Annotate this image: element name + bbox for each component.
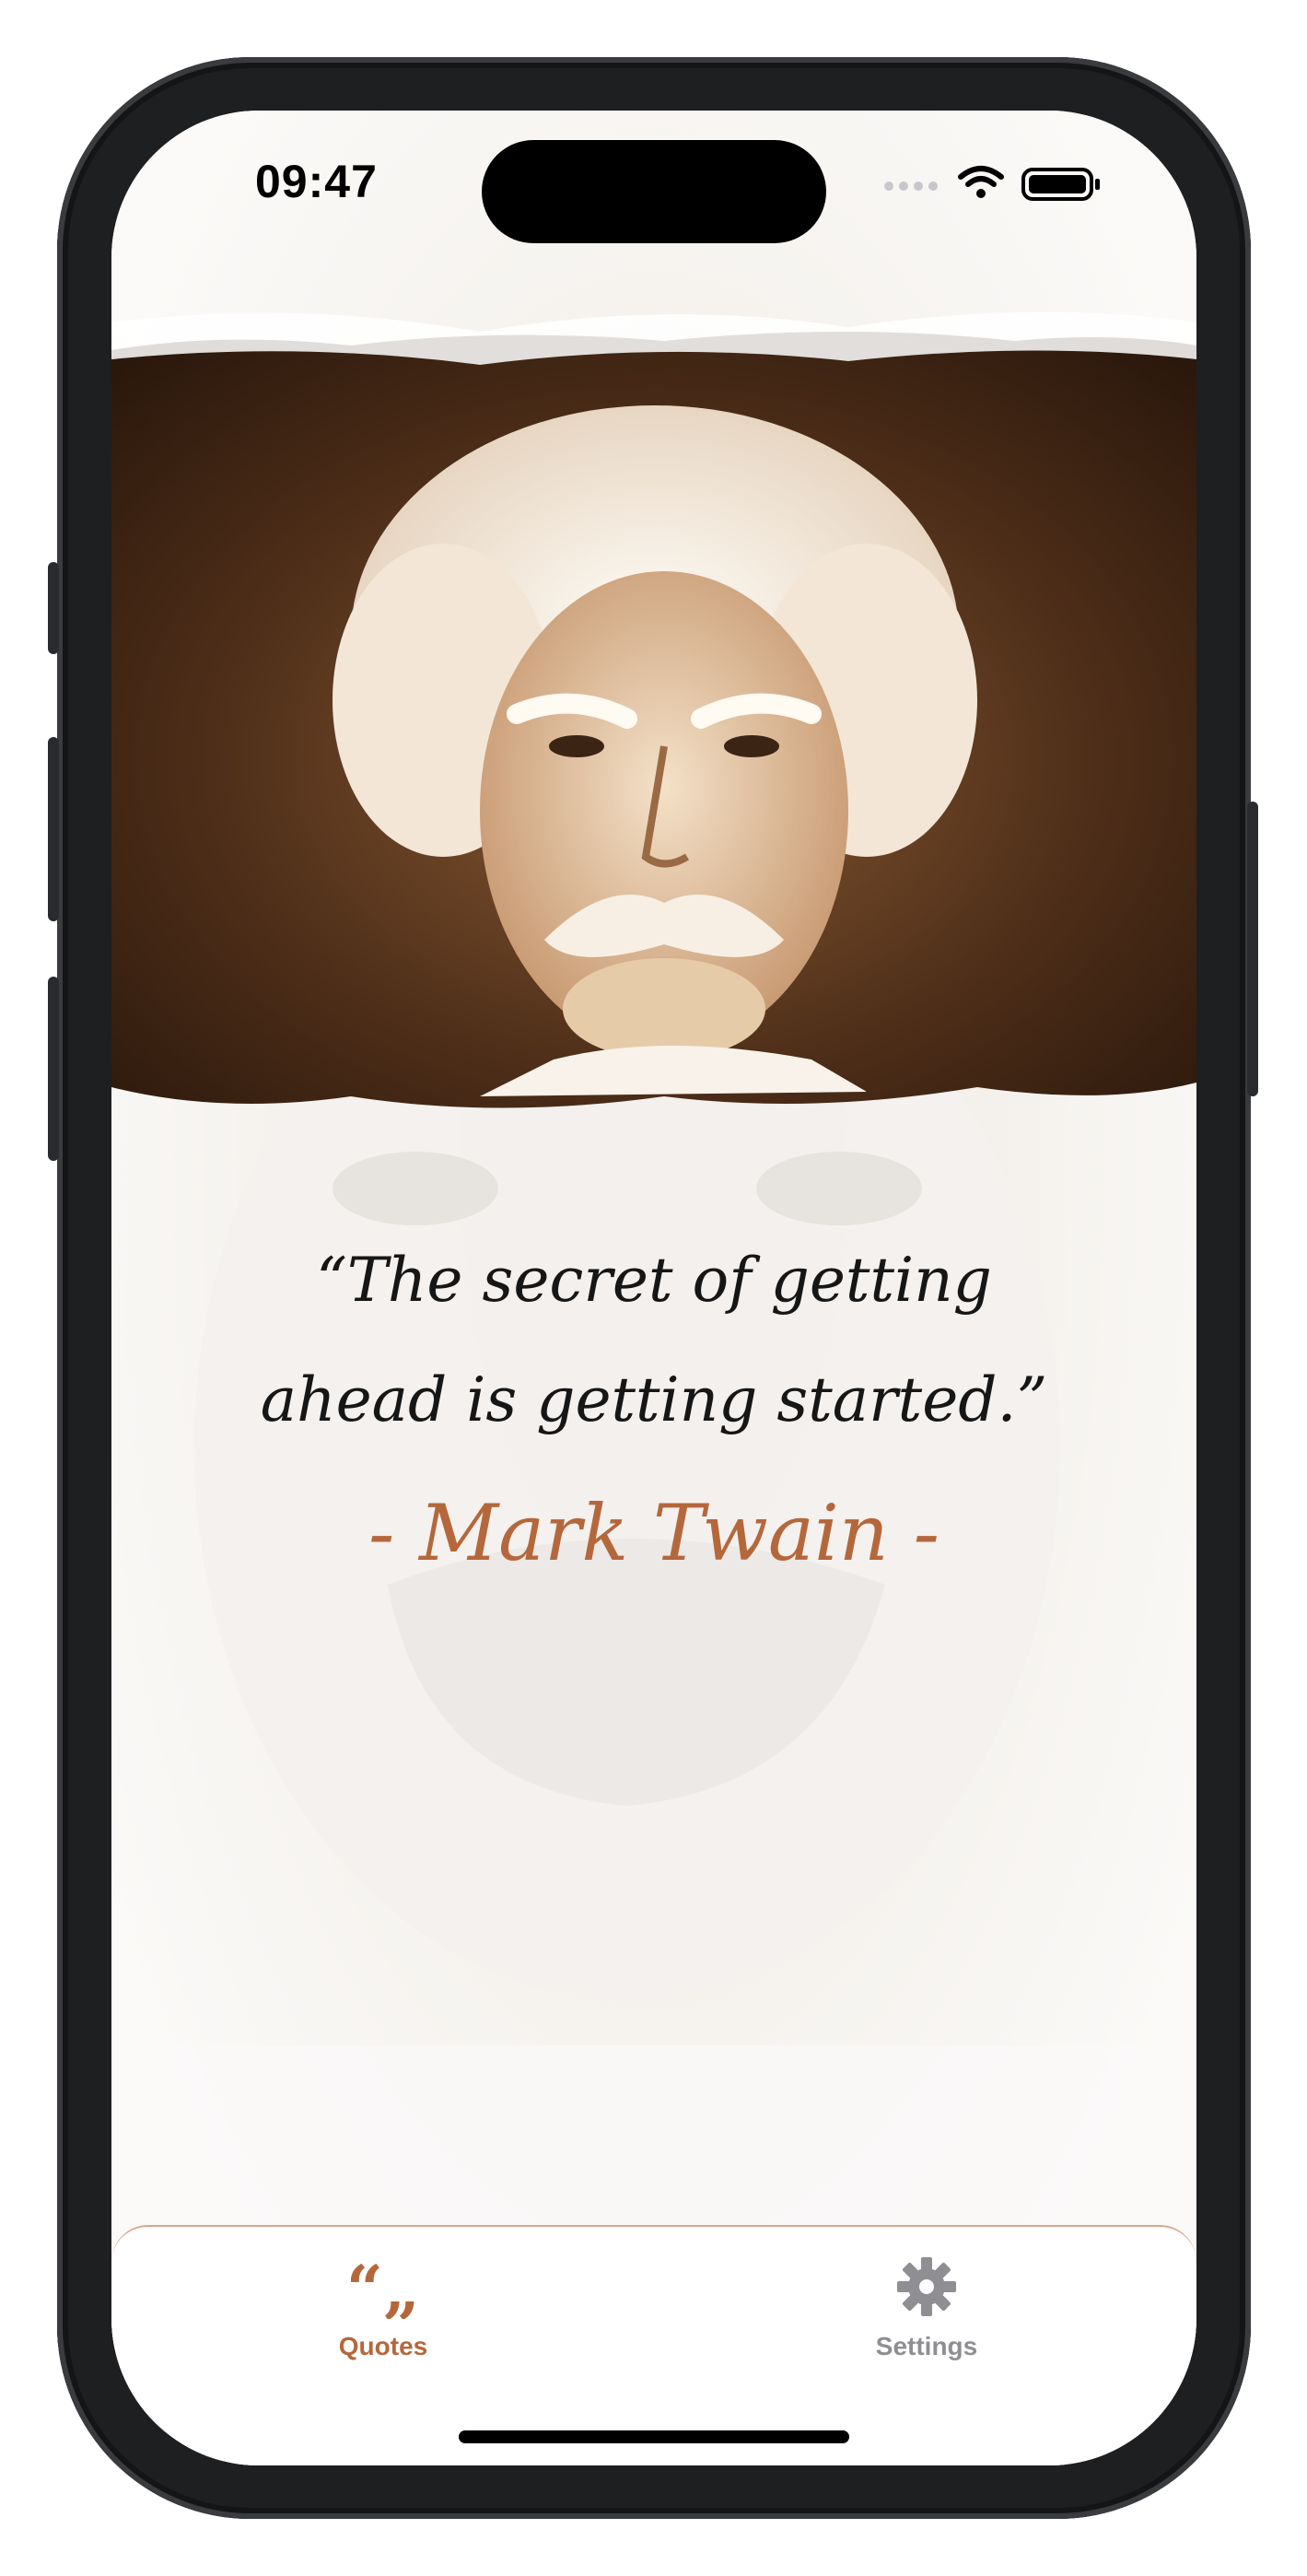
quotes-icon: “„ [351, 2254, 415, 2319]
tab-bar: “„ Quotes [111, 2225, 1196, 2465]
home-indicator[interactable] [459, 2430, 849, 2443]
gear-icon [897, 2257, 956, 2316]
volume-down-button [48, 977, 59, 1161]
svg-text:“„: “„ [351, 2254, 415, 2319]
wifi-icon [958, 166, 1004, 198]
power-button [1247, 802, 1258, 1096]
signal-dots-icon [884, 181, 938, 191]
dynamic-island [482, 140, 826, 243]
battery-icon [1021, 168, 1100, 201]
volume-up-button [48, 737, 59, 921]
action-button [48, 562, 59, 654]
app-screen: 09:47 “The secret of getting ahead is ge… [111, 111, 1196, 2465]
tab-quotes[interactable]: “„ Quotes [273, 2254, 494, 2361]
quote-text: “The secret of getting ahead is getting … [260, 1245, 1048, 1435]
tab-settings[interactable]: Settings [816, 2254, 1037, 2361]
quote-author: - Mark Twain - [368, 1488, 939, 1578]
status-icons [884, 166, 1100, 201]
tab-quotes-label: Quotes [338, 2332, 428, 2360]
tab-settings-label: Settings [875, 2332, 978, 2360]
quote-card: “The secret of getting ahead is getting … [250, 1221, 1058, 1578]
status-time: 09:47 [255, 156, 378, 207]
